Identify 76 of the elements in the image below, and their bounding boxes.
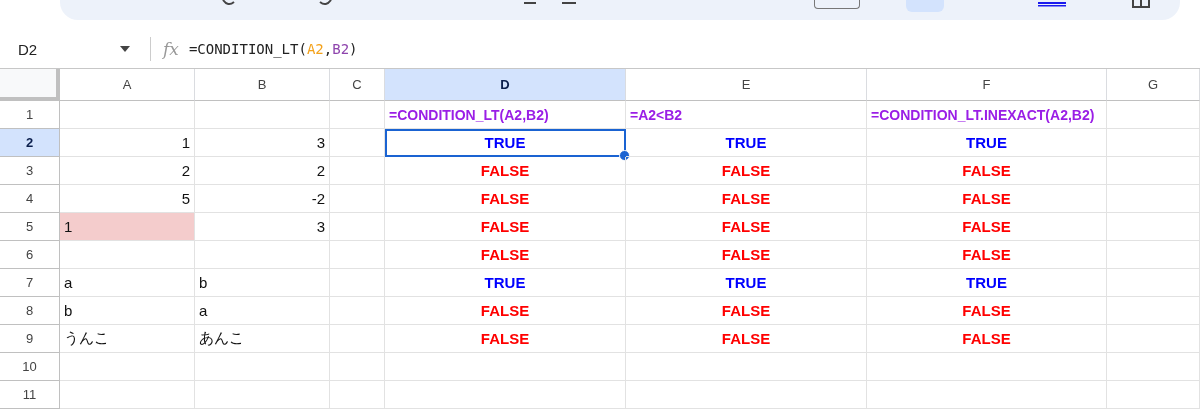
table-cell: FALSE: [385, 325, 626, 353]
table-cell: =CONDITION_LT(A2,B2): [385, 101, 626, 129]
column-header[interactable]: E: [626, 69, 867, 101]
empty-cell: [330, 157, 385, 185]
empty-cell: [330, 353, 385, 381]
table-cell: TRUE: [385, 269, 626, 297]
table-cell: FALSE: [385, 297, 626, 325]
table-cell: TRUE: [867, 129, 1107, 157]
table-cell: 1: [60, 129, 195, 157]
row-header[interactable]: 9: [0, 325, 60, 353]
table-cell: =A2<B2: [626, 101, 867, 129]
column-header[interactable]: D: [385, 69, 626, 101]
table-cell: 2: [195, 157, 330, 185]
table-cell: FALSE: [626, 185, 867, 213]
row-header[interactable]: 3: [0, 157, 60, 185]
name-box[interactable]: D2: [0, 40, 140, 58]
empty-cell: [330, 269, 385, 297]
table-cell: FALSE: [626, 157, 867, 185]
table-cell: FALSE: [385, 241, 626, 269]
row-header[interactable]: 11: [0, 381, 60, 409]
column-header[interactable]: C: [330, 69, 385, 101]
column-header[interactable]: A: [60, 69, 195, 101]
table-cell: FALSE: [867, 213, 1107, 241]
table-cell: FALSE: [385, 213, 626, 241]
table-cell: FALSE: [385, 157, 626, 185]
table-cell: TRUE: [385, 129, 626, 157]
table-cell: =CONDITION_LT.INEXACT(A2,B2): [867, 101, 1107, 129]
row-header[interactable]: 5: [0, 213, 60, 241]
fill-handle[interactable]: [619, 150, 630, 161]
row-header[interactable]: 4: [0, 185, 60, 213]
row-header[interactable]: 1: [0, 101, 60, 129]
table-cell: FALSE: [626, 213, 867, 241]
table-cell: TRUE: [626, 269, 867, 297]
row-header[interactable]: 2: [0, 129, 60, 157]
row-header[interactable]: 8: [0, 297, 60, 325]
table-cell: FALSE: [867, 157, 1107, 185]
empty-cell: [330, 325, 385, 353]
empty-cell: [330, 241, 385, 269]
table-cell: うんこ: [60, 325, 195, 353]
table-cell: a: [60, 269, 195, 297]
empty-cell: [330, 297, 385, 325]
table-cell: 3: [195, 129, 330, 157]
table-cell: FALSE: [626, 241, 867, 269]
table-cell: FALSE: [867, 241, 1107, 269]
column-header[interactable]: G: [1107, 69, 1200, 101]
table-cell: 2: [60, 157, 195, 185]
table-cell: 1: [60, 213, 195, 241]
row-header[interactable]: 7: [0, 269, 60, 297]
formula-field[interactable]: =CONDITION_LT(A2,B2): [188, 41, 358, 57]
empty-cell: [330, 129, 385, 157]
text-color-icon[interactable]: [1038, 0, 1066, 8]
table-cell: FALSE: [385, 185, 626, 213]
table-cell: b: [195, 269, 330, 297]
table-cell: FALSE: [626, 297, 867, 325]
empty-cell: [330, 185, 385, 213]
table-cell: TRUE: [626, 129, 867, 157]
table-cell: FALSE: [867, 297, 1107, 325]
table-cell: TRUE: [867, 269, 1107, 297]
row-header[interactable]: 10: [0, 353, 60, 381]
function-label: fx: [163, 39, 179, 59]
empty-cell: [330, 213, 385, 241]
dropdown-caret-icon: [120, 46, 130, 52]
table-cell: FALSE: [867, 325, 1107, 353]
column-header[interactable]: B: [195, 69, 330, 101]
table-cell: FALSE: [867, 185, 1107, 213]
table-cell: FALSE: [626, 325, 867, 353]
table-cell: a: [195, 297, 330, 325]
table-cell: b: [60, 297, 195, 325]
font-size-field[interactable]: [814, 0, 860, 9]
table-cell: -2: [195, 185, 330, 213]
empty-cell: [330, 101, 385, 129]
column-header[interactable]: F: [867, 69, 1107, 101]
empty-cell: [330, 381, 385, 409]
row-header[interactable]: 6: [0, 241, 60, 269]
table-cell: 3: [195, 213, 330, 241]
table-cell: あんこ: [195, 325, 330, 353]
